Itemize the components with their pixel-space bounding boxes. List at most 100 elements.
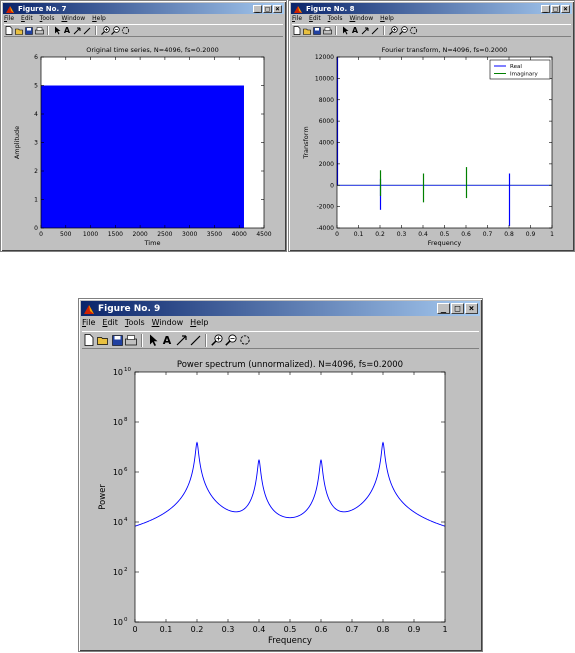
- rotate-3d-icon[interactable]: [238, 333, 252, 348]
- fig9-x-tick-label: 0.3: [222, 625, 235, 634]
- matlab-logo-icon: [293, 4, 303, 14]
- figure-7-window[interactable]: Figure No. 7 _ □ × File Edit Tools Windo…: [0, 0, 287, 252]
- save-icon[interactable]: [312, 25, 322, 36]
- menu-edit[interactable]: Edit: [102, 318, 118, 330]
- fig7-y-tick-label: 3: [34, 140, 38, 147]
- fig7-x-tick-label: 4000: [232, 231, 247, 238]
- fig7-y-tick-label: 4: [34, 111, 38, 118]
- minimize-button[interactable]: _: [253, 4, 262, 13]
- menu-file[interactable]: File: [82, 318, 95, 330]
- close-button[interactable]: ×: [561, 4, 570, 13]
- insert-line-icon[interactable]: [188, 333, 202, 348]
- maximize-button[interactable]: □: [551, 4, 560, 13]
- menu-tools[interactable]: Tools: [328, 15, 343, 24]
- save-icon[interactable]: [110, 333, 124, 348]
- window-title: Figure No. 9: [98, 303, 161, 314]
- fig9-y-tick-exponent: 2: [124, 567, 128, 573]
- minimize-button[interactable]: _: [437, 303, 450, 314]
- save-icon[interactable]: [24, 25, 34, 36]
- zoom-out-icon[interactable]: [398, 25, 408, 36]
- figure-8-titlebar[interactable]: Figure No. 8 _ □ ×: [291, 3, 572, 14]
- insert-arrow-icon[interactable]: [174, 333, 188, 348]
- fig8-x-tick-label: 0.1: [354, 231, 364, 238]
- figure-8-window[interactable]: Figure No. 8 _ □ × File Edit Tools Windo…: [288, 0, 575, 252]
- menu-help[interactable]: Help: [190, 318, 208, 330]
- fig8-y-tick-label: 10000: [315, 75, 334, 82]
- insert-text-icon[interactable]: A: [62, 25, 72, 36]
- fig8-y-tick-label: -2000: [317, 204, 335, 211]
- fig9-x-tick-label: 0.4: [253, 625, 266, 634]
- fig7-y-axis-label: Amplitude: [13, 126, 21, 159]
- figure-7-titlebar[interactable]: Figure No. 7 _ □ ×: [3, 3, 284, 14]
- menu-tools[interactable]: Tools: [125, 318, 145, 330]
- zoom-in-icon[interactable]: [388, 25, 398, 36]
- menu-tools[interactable]: Tools: [40, 15, 55, 24]
- toolbar-separator: [205, 333, 207, 347]
- minimize-button[interactable]: _: [541, 4, 550, 13]
- maximize-button[interactable]: □: [451, 303, 464, 314]
- fig8-y-tick-label: 0: [330, 182, 334, 189]
- fig8-x-tick-label: 0: [335, 231, 339, 238]
- menu-file[interactable]: File: [292, 15, 302, 24]
- new-figure-icon[interactable]: [4, 25, 14, 36]
- insert-text-icon[interactable]: A: [160, 333, 174, 348]
- open-file-icon[interactable]: [14, 25, 24, 36]
- menu-edit[interactable]: Edit: [21, 15, 33, 24]
- fig8-x-tick-label: 1: [550, 231, 554, 238]
- toolbar-separator: [383, 26, 385, 35]
- fig7-x-tick-label: 3000: [182, 231, 197, 238]
- fig9-y-tick-exponent: 4: [124, 517, 128, 523]
- menu-file[interactable]: File: [4, 15, 14, 24]
- menu-window[interactable]: Window: [349, 15, 373, 24]
- signal-area: [41, 85, 244, 228]
- figure-9-window[interactable]: Figure No. 9 _ □ × File Edit Tools Windo…: [78, 298, 483, 652]
- fig9-title: Power spectrum (unnormalized). N=4096, f…: [177, 360, 403, 370]
- menu-help[interactable]: Help: [380, 15, 394, 24]
- select-arrow-icon[interactable]: [340, 25, 350, 36]
- print-icon[interactable]: [34, 25, 44, 36]
- close-button[interactable]: ×: [465, 303, 478, 314]
- fig7-y-tick-label: 6: [34, 54, 38, 61]
- fig7-y-tick-label: 2: [34, 168, 38, 175]
- rotate-3d-icon[interactable]: [408, 25, 418, 36]
- rotate-3d-icon[interactable]: [120, 25, 130, 36]
- insert-arrow-icon[interactable]: [72, 25, 82, 36]
- fig8-y-tick-label: 2000: [319, 161, 334, 168]
- select-arrow-icon[interactable]: [52, 25, 62, 36]
- fig7-y-tick-label: 0: [34, 225, 38, 232]
- menu-window[interactable]: Window: [152, 318, 184, 330]
- fig7-x-tick-label: 1500: [108, 231, 123, 238]
- menu-window[interactable]: Window: [61, 15, 85, 24]
- toolbar: A: [4, 24, 283, 37]
- insert-text-icon[interactable]: A: [350, 25, 360, 36]
- open-file-icon[interactable]: [96, 333, 110, 348]
- fig8-y-tick-label: 6000: [319, 118, 334, 125]
- print-icon[interactable]: [322, 25, 332, 36]
- fig7-x-tick-label: 1000: [83, 231, 98, 238]
- fig8-x-axis-label: Frequency: [428, 239, 462, 247]
- menubar: File Edit Tools Window Help: [292, 15, 571, 24]
- new-figure-icon[interactable]: [82, 333, 96, 348]
- fig8-y-tick-label: 8000: [319, 97, 334, 104]
- close-button[interactable]: ×: [273, 4, 282, 13]
- insert-arrow-icon[interactable]: [360, 25, 370, 36]
- fig9-y-tick-exponent: 8: [124, 417, 128, 423]
- select-arrow-icon[interactable]: [146, 333, 160, 348]
- menu-edit[interactable]: Edit: [309, 15, 321, 24]
- open-file-icon[interactable]: [302, 25, 312, 36]
- toolbar: A: [82, 331, 479, 349]
- insert-line-icon[interactable]: [370, 25, 380, 36]
- zoom-in-icon[interactable]: [100, 25, 110, 36]
- window-title: Figure No. 7: [18, 4, 67, 13]
- print-icon[interactable]: [124, 333, 138, 348]
- figure-9-titlebar[interactable]: Figure No. 9 _ □ ×: [81, 301, 480, 316]
- menu-help[interactable]: Help: [92, 15, 106, 24]
- zoom-out-icon[interactable]: [110, 25, 120, 36]
- zoom-in-icon[interactable]: [210, 333, 224, 348]
- fig9-x-tick-label: 1: [442, 625, 447, 634]
- new-figure-icon[interactable]: [292, 25, 302, 36]
- zoom-out-icon[interactable]: [224, 333, 238, 348]
- insert-line-icon[interactable]: [82, 25, 92, 36]
- fig9-x-tick-label: 0.5: [284, 625, 297, 634]
- maximize-button[interactable]: □: [263, 4, 272, 13]
